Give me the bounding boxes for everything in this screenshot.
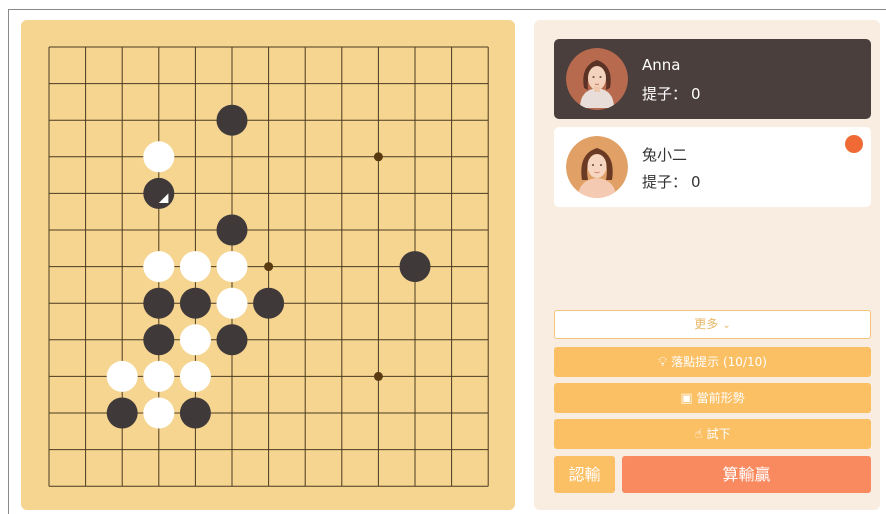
hint-label: 落點提示 (10/10) — [671, 355, 767, 369]
avatar — [566, 136, 628, 198]
black-stone — [143, 177, 175, 209]
white-stone — [143, 251, 175, 283]
resign-label: 認輸 — [568, 465, 601, 484]
black-stone — [106, 397, 138, 429]
white-stone — [216, 287, 248, 319]
capture-value: 0 — [691, 85, 701, 103]
turn-indicator-dot — [845, 135, 863, 153]
white-stone — [143, 397, 175, 429]
player-card-self: 兔小二 提子： 0 — [554, 127, 871, 207]
black-stone — [216, 324, 248, 356]
capture-label: 提子： — [642, 173, 688, 191]
player-name: 兔小二 — [642, 146, 688, 164]
black-stone — [143, 287, 175, 319]
capture-count: 提子： 0 — [642, 171, 701, 192]
white-stone — [179, 251, 211, 283]
more-dropdown-button[interactable]: 更多 ⌄ — [554, 310, 871, 339]
capture-value: 0 — [691, 173, 701, 191]
capture-count: 提子： 0 — [642, 83, 701, 104]
black-stone — [143, 324, 175, 356]
side-panel: Anna 提子： 0 兔小二 提子： 0 更多 ⌄ 💡︎ 落點提示 (10/10) — [534, 20, 880, 510]
hint-button[interactable]: 💡︎ 落點提示 (10/10) — [554, 347, 871, 377]
black-stone — [179, 287, 211, 319]
black-stone — [179, 397, 211, 429]
trial-label: 試下 — [706, 427, 731, 441]
situation-button[interactable]: ▣ 當前形勢 — [554, 383, 871, 413]
chevron-down-icon: ⌄ — [722, 320, 731, 331]
player-card-opponent: Anna 提子： 0 — [554, 39, 871, 119]
capture-label: 提子： — [642, 85, 688, 103]
situation-label: 當前形勢 — [696, 391, 745, 405]
white-stone — [179, 360, 211, 392]
more-label: 更多 — [694, 317, 719, 331]
white-stone — [143, 141, 175, 173]
white-stone — [143, 360, 175, 392]
count-score-button[interactable]: 算輸贏 — [622, 456, 871, 493]
trial-move-button[interactable]: ☝ 試下 — [554, 419, 871, 449]
white-stone — [216, 251, 248, 283]
lightbulb-icon: 💡︎ — [658, 355, 668, 370]
black-stone — [216, 104, 248, 136]
hand-pointer-icon: ☝ — [694, 427, 703, 442]
star-point — [264, 262, 274, 272]
board-situation-icon: ▣ — [680, 391, 693, 406]
go-board[interactable] — [21, 20, 515, 510]
count-label: 算輸贏 — [722, 465, 771, 484]
black-stone — [399, 251, 431, 283]
black-stone — [216, 214, 248, 246]
black-stone — [253, 287, 285, 319]
white-stone — [106, 360, 138, 392]
go-board-panel — [21, 20, 515, 510]
star-point — [373, 371, 383, 381]
avatar — [566, 48, 628, 110]
resign-button[interactable]: 認輸 — [554, 456, 615, 493]
white-stone — [179, 324, 211, 356]
star-point — [373, 152, 383, 162]
player-name: Anna — [642, 56, 681, 74]
